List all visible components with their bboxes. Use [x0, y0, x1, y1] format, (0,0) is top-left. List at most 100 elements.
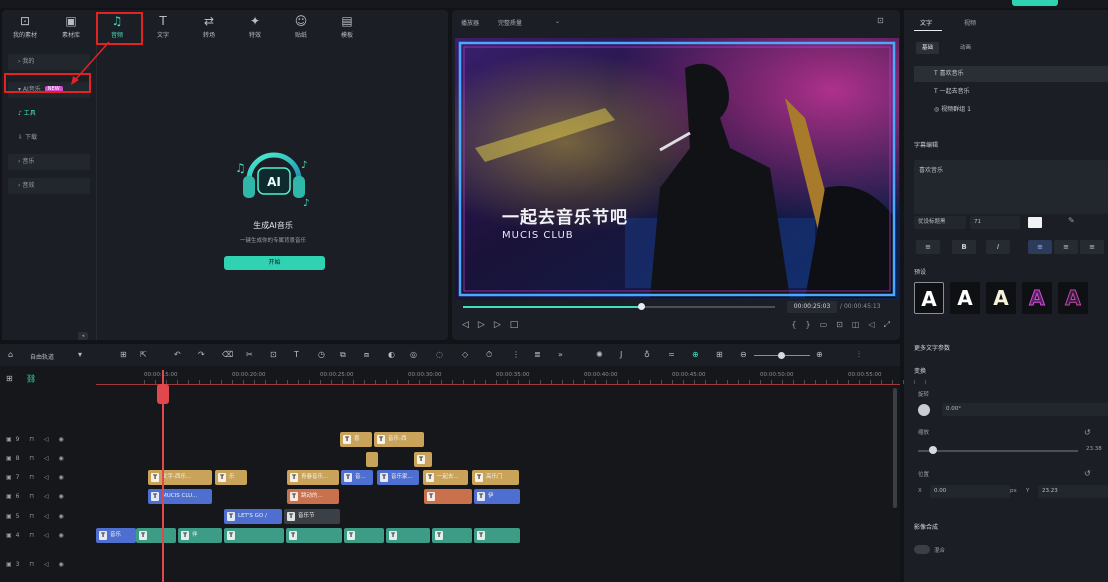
track-header[interactable]: ▣9 ⊓ ◁ ◉ — [0, 432, 94, 448]
zoom-in-icon[interactable]: ⊕ — [816, 350, 823, 359]
link-icon[interactable]: ⛓ — [26, 374, 36, 383]
italic-button[interactable]: I — [986, 240, 1010, 254]
prev-frame-icon[interactable]: ◁ — [462, 320, 469, 330]
timeline-clip[interactable] — [136, 528, 176, 543]
track-header[interactable]: ▣7 ⊓ ◁ ◉ — [0, 470, 94, 486]
timeline-clip[interactable]: 伊 — [474, 489, 520, 504]
font-select[interactable]: 优设标题黑 — [914, 216, 966, 229]
timeline-clip[interactable]: 音... — [341, 470, 373, 485]
play-pause-icon[interactable]: ▷ — [478, 320, 485, 330]
preset-style[interactable]: A — [950, 282, 980, 314]
timeline-clip[interactable]: 音乐家... — [377, 470, 419, 485]
timeline-clip[interactable]: 音乐 — [96, 528, 136, 543]
timeline-clip[interactable] — [474, 528, 520, 543]
timeline-clip[interactable] — [286, 528, 342, 543]
track-header[interactable]: ▣3 ⊓ ◁ ◉ — [0, 557, 94, 573]
export-button[interactable] — [1012, 0, 1058, 6]
timeline-clip[interactable]: 乐 — [215, 470, 247, 485]
video-subtitle-text[interactable]: MUCIS CLUB — [502, 230, 574, 241]
scale-slider-handle[interactable] — [929, 446, 937, 454]
quality-select[interactable]: 完整质量 — [498, 18, 522, 27]
timeline-clip[interactable]: 喜 — [340, 432, 372, 447]
text-tool-icon[interactable]: T — [294, 350, 299, 359]
timeline-clip[interactable] — [386, 528, 430, 543]
timeline-clip[interactable]: 音乐节 — [284, 509, 340, 524]
track-header[interactable]: ▣5 ⊓ ◁ ◉ — [0, 509, 94, 525]
timeline-ruler[interactable]: 00:00:15:00 00:00:20:00 00:00:25:00 00:00:3… — [96, 368, 926, 384]
layout-icon[interactable]: ⫶ — [858, 350, 860, 360]
align-left-button[interactable]: ≡ — [1028, 240, 1052, 254]
stop-icon[interactable]: □ — [510, 320, 519, 330]
font-size-select[interactable]: 71 — [970, 216, 1020, 229]
play-icon[interactable]: ▷ — [494, 320, 501, 330]
preset-style[interactable]: A — [914, 282, 944, 314]
split-icon[interactable]: ⋮ — [512, 350, 520, 359]
align-right-button[interactable]: ≡ — [1080, 240, 1104, 254]
sidebar-item-tools[interactable]: ♪ 工具 — [8, 106, 90, 122]
tab-templates[interactable]: ▤ 模板 — [324, 10, 370, 44]
layer-item[interactable]: ◎ 视频群组 1 — [914, 102, 1108, 118]
tab-stock[interactable]: ▣ 素材库 — [48, 10, 94, 44]
subtab-basic[interactable]: 基础 — [916, 42, 940, 54]
zoom-slider-handle[interactable] — [778, 352, 785, 359]
preset-style[interactable]: A — [1058, 282, 1088, 314]
bold-button[interactable]: B — [952, 240, 976, 254]
fullscreen-icon[interactable]: ⤢ — [884, 320, 890, 330]
snap-icon[interactable]: ⊕ — [692, 350, 699, 359]
collapse-sidebar-button[interactable]: ◂ — [78, 332, 88, 340]
render-icon[interactable]: ✺ — [596, 350, 603, 359]
track-mode-select[interactable]: 自由轨道 — [30, 352, 54, 361]
sidebar-item-sfx[interactable]: › 音效 — [8, 178, 90, 194]
rotate-dial[interactable] — [918, 404, 930, 416]
video-title-text[interactable]: 一起去音乐节吧 — [502, 203, 628, 228]
tab-transition[interactable]: ⇄ 转场 — [186, 10, 232, 44]
layer-item[interactable]: T 一起去音乐 — [914, 84, 1108, 100]
layer-item[interactable]: T 喜欢音乐 — [914, 66, 1108, 82]
tab-stickers[interactable]: ☺ 贴纸 — [278, 10, 324, 44]
text-content-input[interactable]: 喜欢音乐 — [914, 160, 1108, 214]
timeline-clip[interactable]: 跳动的... — [287, 489, 339, 504]
undo-icon[interactable]: ↶ — [174, 350, 181, 359]
timeline-clip[interactable]: 伴 — [178, 528, 222, 543]
chevron-down-icon[interactable]: ▾ — [78, 350, 82, 359]
advanced-text-section[interactable]: 更多文字参数 — [914, 343, 950, 352]
stabilize-icon[interactable]: ◎ — [410, 350, 417, 359]
align-center-button[interactable]: ≡ — [1054, 240, 1078, 254]
playhead-handle[interactable] — [157, 384, 169, 404]
compositing-section[interactable]: 影像合成 — [914, 522, 938, 531]
tab-text[interactable]: T 文字 — [140, 10, 186, 44]
chevron-down-icon[interactable]: ⌄ — [555, 18, 560, 25]
timeline-clip[interactable]: 文字-西乐... — [148, 470, 212, 485]
select-icon[interactable]: ⇱ — [140, 350, 147, 359]
timeline-clip[interactable]: 青春音乐... — [287, 470, 339, 485]
preset-style[interactable]: A — [986, 282, 1016, 314]
timeline-clip[interactable]: 高乐门 — [472, 470, 519, 485]
reset-icon[interactable]: ↺ — [1084, 428, 1091, 437]
zoom-out-icon[interactable]: ⊖ — [740, 350, 747, 359]
eyedropper-icon[interactable]: ✎ — [1068, 216, 1075, 225]
speed-icon[interactable]: ◷ — [318, 350, 325, 359]
scale-slider[interactable] — [918, 450, 1078, 452]
align-icon[interactable]: ≣ — [534, 350, 541, 359]
mask-icon[interactable]: ◌ — [436, 350, 443, 359]
more-icon[interactable]: » — [558, 350, 563, 359]
timeline-clip[interactable]: MUCIS CLU... — [148, 489, 212, 504]
overlay-icon[interactable]: ⊞ — [716, 350, 723, 359]
snapshot-icon[interactable]: ⊡ — [877, 16, 884, 25]
crop-clip-icon[interactable]: ⊡ — [270, 350, 277, 359]
tab-effects[interactable]: ✦ 特效 — [232, 10, 278, 44]
scrubber-handle[interactable] — [637, 303, 645, 310]
tab-video-props[interactable]: 视频 — [964, 18, 976, 27]
sidebar-item-download[interactable]: ⇩ 下载 — [8, 130, 90, 146]
position-y-input[interactable]: 23.23 — [1038, 485, 1108, 498]
reset-icon[interactable]: ↺ — [1084, 469, 1091, 478]
start-button[interactable]: 开始 — [224, 256, 325, 270]
subtab-animation[interactable]: 动画 — [954, 42, 977, 54]
group-icon[interactable]: ⧉ — [340, 350, 346, 360]
home-icon[interactable]: ⌂ — [8, 350, 13, 359]
marker-icon[interactable]: J — [620, 350, 622, 359]
timeline-scrollbar[interactable] — [893, 388, 897, 508]
blend-toggle[interactable] — [914, 545, 930, 554]
timeline-clip[interactable] — [366, 452, 378, 467]
track-header[interactable]: ▣8 ⊓ ◁ ◉ — [0, 451, 94, 467]
